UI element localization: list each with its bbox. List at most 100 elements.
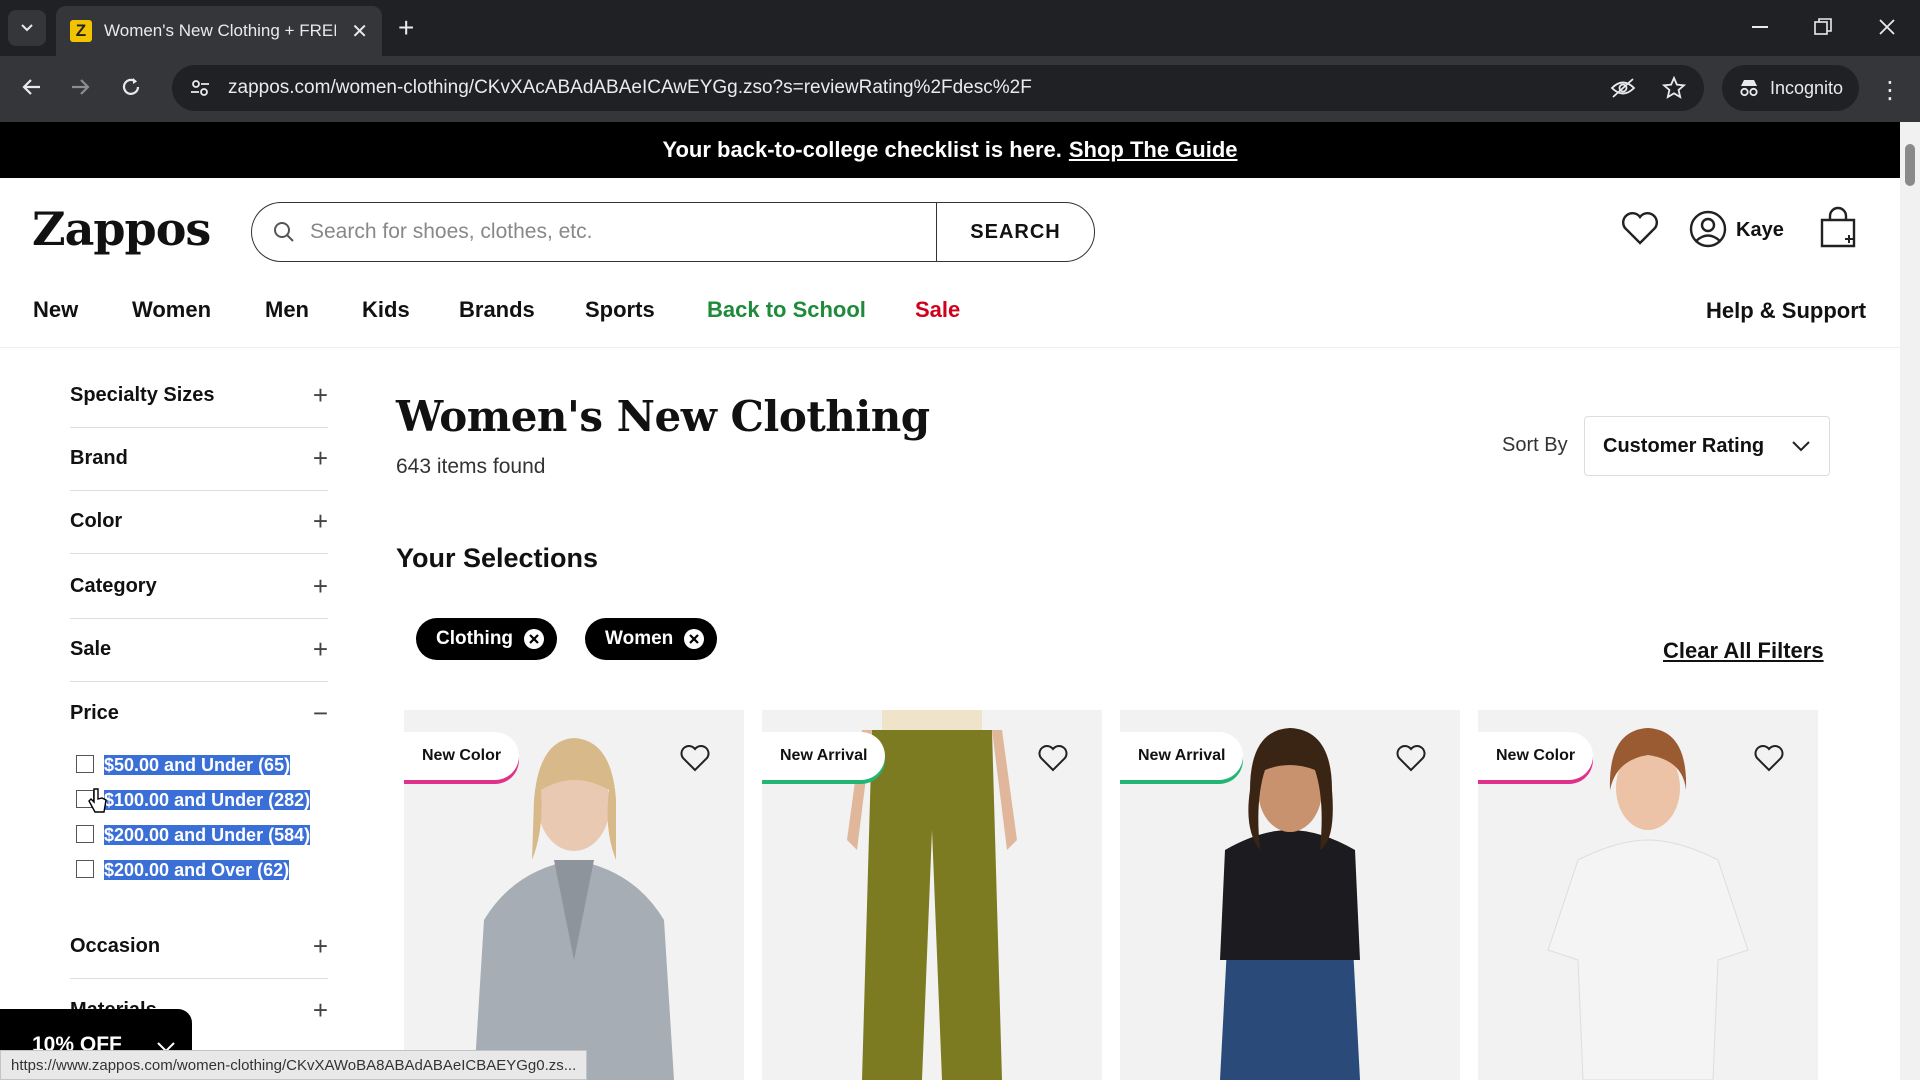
remove-chip-icon[interactable] [683,628,705,650]
facet-label: Occasion [70,935,161,957]
shopping-bag-icon[interactable] [1817,206,1859,250]
facet-label: Brand [70,447,128,469]
zappos-favicon-icon: Z [70,20,92,42]
product-badge: New Color [1478,732,1594,780]
favorite-heart-icon[interactable] [1396,744,1426,772]
price-option-label: $200.00 and Over (62) [104,860,290,880]
results-count: 643 items found [396,455,546,478]
facet-label: Specialty Sizes [70,384,215,406]
zappos-logo[interactable]: Zappos [32,202,211,256]
account-name[interactable]: Kaye [1736,219,1784,242]
product-badge: New Color [404,732,520,780]
price-option[interactable]: $200.00 and Under (584) [76,822,326,849]
nav-brands[interactable]: Brands [459,297,535,323]
promo-link[interactable]: Shop The Guide [1069,137,1238,163]
filter-chip-clothing[interactable]: Clothing [416,618,558,660]
product-card[interactable]: New Color [404,710,744,1080]
facet-specialty-sizes[interactable]: Specialty Sizes + [70,364,328,428]
nav-divider [0,347,1900,348]
browser-tabbar: Z Women's New Clothing + FREE ✕ + [0,0,1920,56]
filter-chip-women[interactable]: Women [585,618,718,660]
reload-icon[interactable] [120,76,142,98]
nav-sale[interactable]: Sale [915,297,960,323]
minimize-icon[interactable] [1752,26,1768,30]
plus-icon: + [312,634,328,664]
checkbox[interactable] [76,755,94,773]
nav-men[interactable]: Men [265,297,309,323]
bookmark-star-icon[interactable] [1662,76,1686,100]
price-option-label: $50.00 and Under (65) [104,755,291,775]
eye-off-icon[interactable] [1610,77,1636,99]
nav-kids[interactable]: Kids [362,297,410,323]
product-card[interactable]: New Color [1478,710,1818,1080]
favorite-heart-icon[interactable] [680,744,710,772]
search-field[interactable] [251,202,937,262]
browser-status-url: https://www.zappos.com/women-clothing/CK… [0,1050,588,1080]
nav-back-to-school[interactable]: Back to School [707,297,866,323]
clear-all-filters-link[interactable]: Clear All Filters [1663,638,1824,664]
your-selections-heading: Your Selections [396,543,599,573]
sort-select[interactable]: Customer Rating [1584,416,1830,476]
incognito-indicator[interactable]: Incognito [1722,65,1860,111]
browser-menu-icon[interactable]: ⋮ [1878,76,1902,105]
price-option-label: $200.00 and Under (584) [104,825,311,845]
facet-color[interactable]: Color + [70,490,328,554]
favorites-heart-icon[interactable] [1620,210,1660,246]
plus-icon: + [312,571,328,601]
search-input[interactable] [310,220,910,244]
hand-cursor-icon [88,788,107,813]
restore-icon[interactable] [1814,18,1832,36]
search-button[interactable]: SEARCH [936,202,1095,262]
plus-icon: + [312,931,328,961]
facet-price[interactable]: Price − [70,681,328,745]
url-text: zappos.com/women-clothing/CKvXAcABAdABAe… [228,77,1032,98]
product-card[interactable]: New Arrival [762,710,1102,1080]
page-scrollbar[interactable] [1900,122,1920,1080]
price-option[interactable]: $100.00 and Under (282) [76,787,326,814]
tab-close-icon[interactable]: ✕ [351,19,368,44]
promo-banner: Your back-to-college checklist is here. … [0,122,1900,178]
favorite-heart-icon[interactable] [1754,744,1784,772]
address-bar-row: zappos.com/women-clothing/CKvXAcABAdABAe… [0,56,1920,122]
sort-label: Sort By [1502,434,1568,456]
tab-title: Women's New Clothing + FREE [104,21,336,40]
nav-sports[interactable]: Sports [585,297,655,323]
browser-tab[interactable]: Z Women's New Clothing + FREE ✕ [56,6,382,56]
facet-label: Price [70,701,119,724]
facet-occasion[interactable]: Occasion + [70,915,328,979]
new-tab-button[interactable]: + [398,14,414,42]
minus-icon: − [312,697,328,728]
nav-new[interactable]: New [33,297,78,323]
remove-chip-icon[interactable] [523,628,545,650]
page-title: Women's New Clothing [396,392,930,441]
facet-category[interactable]: Category + [70,555,328,619]
tab-search-button[interactable] [8,10,46,46]
back-icon[interactable] [20,76,42,98]
search-icon [274,222,294,242]
account-icon[interactable] [1689,210,1727,248]
checkbox[interactable] [76,860,94,878]
sort-value: Customer Rating [1603,434,1765,457]
site-info-icon[interactable] [190,78,210,98]
nav-help-support[interactable]: Help & Support [1706,298,1866,324]
product-badge: New Arrival [1120,732,1244,780]
price-option[interactable]: $200.00 and Over (62) [76,857,326,884]
scrollbar-thumb[interactable] [1905,144,1915,186]
facet-label: Color [70,510,123,532]
facet-label: Category [70,575,157,597]
facet-brand[interactable]: Brand + [70,427,328,491]
window-close-icon[interactable] [1878,18,1896,36]
forward-icon[interactable] [70,76,92,98]
plus-icon: + [312,443,328,473]
nav-women[interactable]: Women [132,297,211,323]
facet-label: Sale [70,638,112,660]
plus-icon: + [312,380,328,410]
omnibox[interactable]: zappos.com/women-clothing/CKvXAcABAdABAe… [172,65,1704,111]
favorite-heart-icon[interactable] [1038,744,1068,772]
facet-sale[interactable]: Sale + [70,618,328,682]
price-options: $50.00 and Under (65) $100.00 and Under … [76,752,326,892]
checkbox[interactable] [76,825,94,843]
price-option[interactable]: $50.00 and Under (65) [76,752,326,779]
product-card[interactable]: New Arrival [1120,710,1460,1080]
promo-text: Your back-to-college checklist is here. [662,137,1062,162]
